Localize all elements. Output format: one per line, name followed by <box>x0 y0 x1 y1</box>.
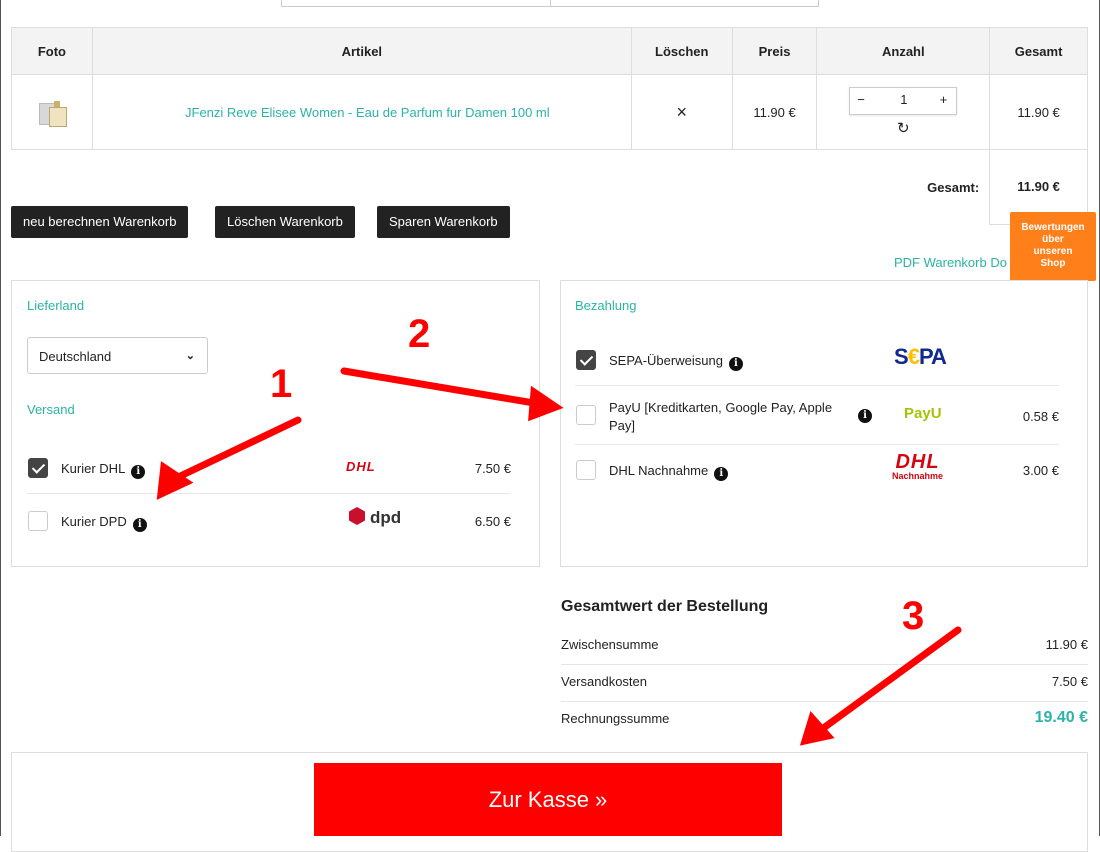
annotation-number-1: 1 <box>270 362 293 406</box>
arrow-2 <box>340 367 544 408</box>
annotation-number-2: 2 <box>408 312 431 356</box>
arrow-1-head <box>156 461 194 500</box>
arrow-3-head <box>799 711 835 746</box>
arrow-1 <box>168 416 302 484</box>
arrow-3 <box>814 626 962 736</box>
annotation-arrows <box>156 367 962 746</box>
annotation-number-3: 3 <box>902 594 925 638</box>
arrow-2-head <box>528 385 564 422</box>
